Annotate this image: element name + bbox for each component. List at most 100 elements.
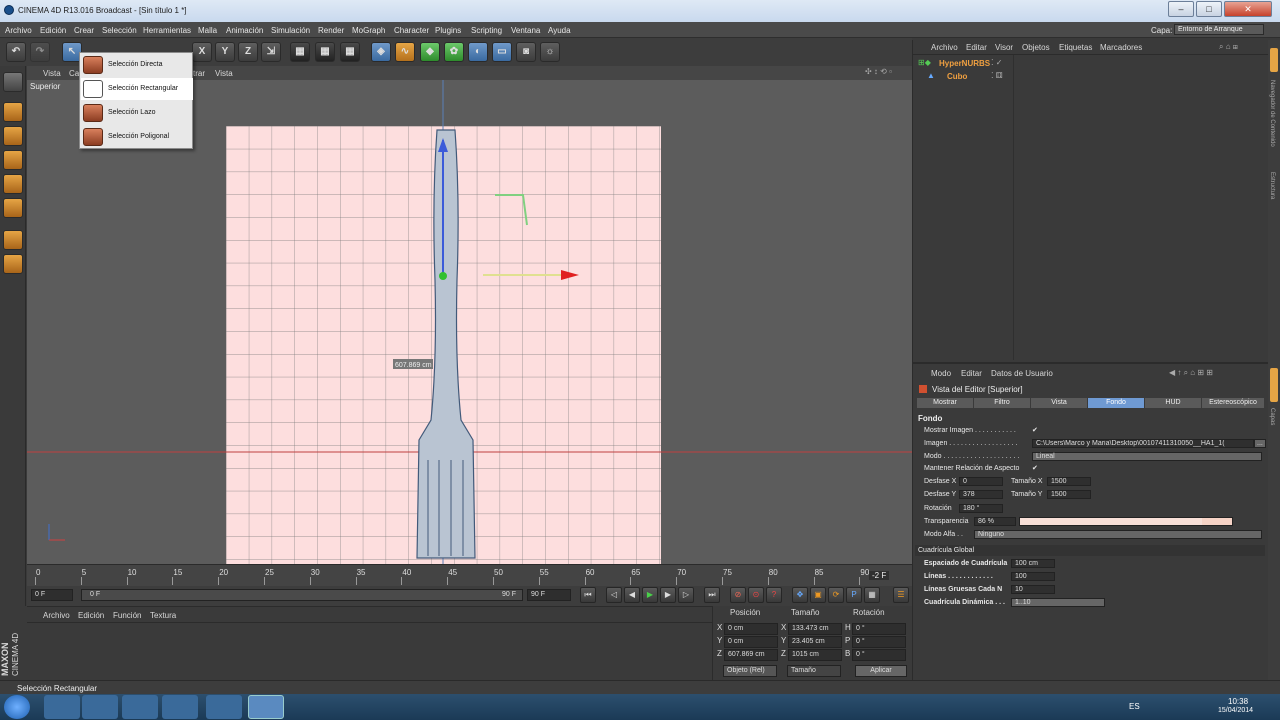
tab-structure[interactable]: Estructura — [1269, 172, 1275, 199]
apply-button[interactable]: Aplicar — [855, 665, 907, 677]
key-pla-icon[interactable]: ▦ — [864, 587, 880, 603]
mode-select[interactable]: Lineal — [1032, 452, 1262, 461]
viewport-nav-icons[interactable]: ✣ ↕ ⟲ ▫ — [865, 67, 892, 76]
key-scale-icon[interactable]: ▣ — [810, 587, 826, 603]
go-to-end-icon[interactable]: ⏭ — [704, 587, 720, 603]
size-x-field[interactable]: 1500 — [1047, 477, 1091, 486]
object-menu-etiquetas[interactable]: Etiquetas — [1059, 43, 1092, 52]
object-menu-editar[interactable]: Editar — [966, 43, 987, 52]
floor-icon[interactable]: ▭ — [492, 42, 512, 62]
coord-size-field[interactable]: 1015 cm — [788, 649, 842, 661]
coord-size-mode-select[interactable]: Tamaño — [787, 665, 841, 677]
camera-icon[interactable]: ◙ — [516, 42, 536, 62]
coordinate-system-icon[interactable]: ⇲ — [261, 42, 281, 62]
transparency-slider[interactable] — [1019, 517, 1233, 526]
tab-hud[interactable]: HUD — [1145, 398, 1201, 408]
tab-vista[interactable]: Vista — [1031, 398, 1087, 408]
tab-estereoscopico[interactable]: Estereoscópico — [1202, 398, 1264, 408]
redo-icon[interactable]: ↷ — [30, 42, 50, 62]
go-to-start-icon[interactable]: ⏮ — [580, 587, 596, 603]
cube-primitive-icon[interactable]: ◈ — [371, 42, 391, 62]
notes-taskbar-icon[interactable] — [162, 695, 198, 719]
coord-size-field[interactable]: 23.405 cm — [788, 636, 842, 648]
timeline-ruler[interactable]: 0 5 10 15 20 25 30 35 40 45 50 55 60 65 70 75 80 85 90 -2 … — [27, 564, 912, 586]
key-position-icon[interactable]: ✥ — [792, 587, 808, 603]
menu-item-seleccion-lazo[interactable]: Selección Lazo — [81, 102, 193, 124]
menu-crear[interactable]: Crear — [74, 26, 94, 35]
render-picture-viewer-icon[interactable]: ▦ — [315, 42, 335, 62]
object-manager-tools-icon[interactable]: ⌕ ⌂ ⊞ — [1219, 42, 1238, 52]
image-path-field[interactable]: C:\Users\Marco y Maria\Desktop\001074113… — [1032, 439, 1254, 448]
clock-date[interactable]: 15/04/2014 — [1218, 707, 1253, 714]
light-icon[interactable]: ☼ — [540, 42, 560, 62]
undo-icon[interactable]: ↶ — [6, 42, 26, 62]
key-parameter-icon[interactable]: P — [846, 587, 862, 603]
object-menu-visor[interactable]: Visor — [995, 43, 1013, 52]
tab-fondo[interactable]: Fondo — [1088, 398, 1144, 408]
end-frame-field[interactable]: 90 F — [527, 589, 571, 601]
coord-rotation-field[interactable]: 0 ° — [852, 636, 906, 648]
attr-menu-modo[interactable]: Modo — [931, 369, 951, 378]
start-button-icon[interactable] — [4, 695, 30, 719]
menu-item-seleccion-poligonal[interactable]: Selección Poligonal — [81, 126, 193, 148]
menu-character[interactable]: Character — [394, 26, 429, 35]
object-menu-marcadores[interactable]: Marcadores — [1100, 43, 1142, 52]
coord-rotation-field[interactable]: 0 ° — [852, 623, 906, 635]
spline-icon[interactable]: ∿ — [395, 42, 415, 62]
menu-malla[interactable]: Malla — [198, 26, 217, 35]
texture-mode-icon[interactable] — [3, 126, 23, 146]
z-axis-lock-button[interactable]: Z — [238, 42, 258, 62]
viewport-menu-mostrar[interactable]: trar — [193, 69, 205, 78]
menu-edicion[interactable]: Edición — [40, 26, 66, 35]
object-pivot-icon[interactable] — [439, 272, 447, 280]
menu-ayuda[interactable]: Ayuda — [548, 26, 571, 35]
keep-ratio-checkbox[interactable]: ✔ — [1032, 464, 1038, 472]
close-button[interactable]: ✕ — [1224, 1, 1272, 17]
material-menu-edicion[interactable]: Edición — [78, 611, 104, 620]
menu-simulacion[interactable]: Simulación — [271, 26, 310, 35]
dynamic-grid-select[interactable]: 1..10 — [1011, 598, 1105, 607]
edges-mode-icon[interactable] — [3, 174, 23, 194]
attr-nav-icons[interactable]: ◀ ↑ ⌕ ⌂ ⊞ ⊞ — [1169, 368, 1213, 378]
coord-position-field[interactable]: 0 cm — [724, 636, 778, 648]
material-menu-textura[interactable]: Textura — [150, 611, 176, 620]
lines-field[interactable]: 100 — [1011, 572, 1055, 581]
menu-animacion[interactable]: Animación — [226, 26, 263, 35]
alpha-mode-select[interactable]: Ninguno — [974, 530, 1262, 539]
offset-y-field[interactable]: 378 — [959, 490, 1003, 499]
clock-time[interactable]: 10:38 — [1228, 697, 1248, 706]
play-icon[interactable]: ▶ — [642, 587, 658, 603]
object-row-hypernurbs[interactable]: ⊞◆ HyperNURBS ⁚ ✓ — [915, 58, 1095, 70]
step-back-icon[interactable]: ◀ — [624, 587, 640, 603]
model-mode-icon[interactable] — [3, 102, 23, 122]
tab-mostrar[interactable]: Mostrar — [917, 398, 973, 408]
menu-mograph[interactable]: MoGraph — [352, 26, 385, 35]
deformer-icon[interactable]: ◐ — [468, 42, 488, 62]
coord-position-field[interactable]: 607.869 cm — [724, 649, 778, 661]
start-frame-field[interactable]: 0 F — [31, 589, 73, 601]
render-view-icon[interactable]: ▦ — [290, 42, 310, 62]
menu-herramientas[interactable]: Herramientas — [143, 26, 191, 35]
viewport-menu-camaras[interactable]: Ca — [69, 69, 79, 78]
menu-ventana[interactable]: Ventana — [511, 26, 540, 35]
menu-archivo[interactable]: Archivo — [5, 26, 32, 35]
render-settings-icon[interactable]: ▦ — [340, 42, 360, 62]
time-range-slider[interactable]: 0 F 90 F — [81, 589, 523, 601]
tab-filtro[interactable]: Filtro — [974, 398, 1030, 408]
browser-taskbar-icon[interactable] — [122, 695, 158, 719]
explorer-taskbar-icon[interactable] — [44, 695, 80, 719]
attr-menu-editar[interactable]: Editar — [961, 369, 982, 378]
coord-rotation-field[interactable]: 0 ° — [852, 649, 906, 661]
layout-select[interactable]: Entorno de Arranque — [1174, 24, 1264, 35]
polygons-mode-icon[interactable] — [3, 198, 23, 218]
transparency-field[interactable]: 86 % — [974, 517, 1016, 526]
visibility-dots-icon[interactable]: ⁚ ⚅ — [991, 71, 1003, 80]
coord-position-field[interactable]: 0 cm — [724, 623, 778, 635]
menu-render[interactable]: Render — [318, 26, 344, 35]
attributes-tab-icon[interactable] — [1270, 368, 1278, 402]
viewport-menu-vista-2[interactable]: Vista — [215, 69, 233, 78]
viewport-menu-vista[interactable]: Vista — [43, 69, 61, 78]
image-browse-button[interactable]: ... — [1254, 439, 1266, 448]
size-y-field[interactable]: 1500 — [1047, 490, 1091, 499]
editor-viewport[interactable]: Superior 607.869 cm — [27, 80, 912, 564]
